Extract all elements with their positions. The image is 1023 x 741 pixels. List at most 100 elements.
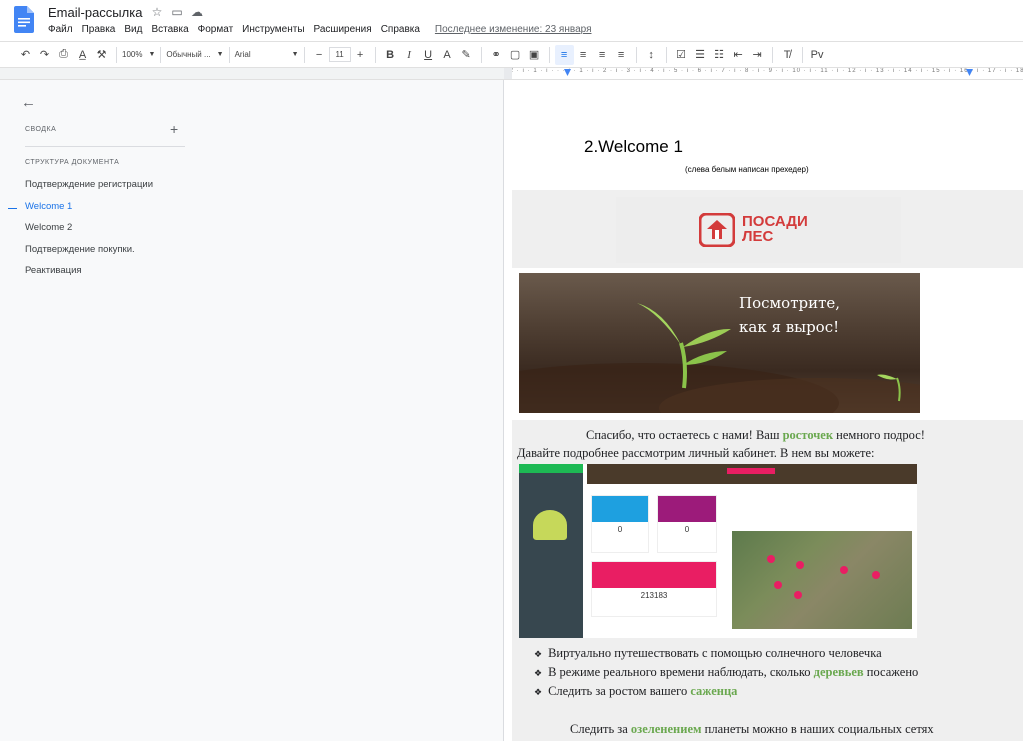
menu-file[interactable]: Файл bbox=[48, 24, 73, 35]
summary-header: СВОДКА bbox=[25, 126, 57, 133]
toolbar-divider bbox=[303, 46, 305, 63]
menu-view[interactable]: Вид bbox=[124, 24, 142, 35]
zoom-select[interactable]: 100% ▼ bbox=[122, 50, 155, 59]
bullet-icon: ❖ bbox=[534, 668, 543, 678]
satellite-map bbox=[732, 531, 912, 629]
menu-edit[interactable]: Правка bbox=[82, 24, 116, 35]
increase-font-size-button[interactable]: + bbox=[351, 45, 370, 65]
image-icon[interactable]: ▣ bbox=[525, 45, 544, 65]
outline-list: Подтверждение регистрации Welcome 1 Welc… bbox=[25, 179, 153, 287]
italic-icon[interactable]: I bbox=[400, 45, 419, 65]
dashboard-screenshot[interactable]: 0 0 213183 bbox=[519, 464, 917, 638]
map-widget bbox=[727, 516, 917, 634]
highlight-word: саженца bbox=[690, 684, 738, 698]
underline-icon[interactable]: U bbox=[419, 45, 438, 65]
align-justify-icon[interactable]: ≡ bbox=[612, 45, 631, 65]
house-arrow-logo-icon bbox=[699, 213, 735, 247]
text-run: посажено bbox=[863, 665, 919, 679]
clear-formatting-icon[interactable]: T̸ bbox=[778, 45, 797, 65]
menu-tools[interactable]: Инструменты bbox=[242, 24, 304, 35]
menu-format[interactable]: Формат bbox=[198, 24, 234, 35]
hero-caption: Посмотрите, как я вырос! bbox=[739, 291, 840, 339]
input-tools-icon[interactable]: Pv bbox=[808, 45, 827, 65]
document-title[interactable]: Email-рассылка bbox=[48, 5, 142, 20]
redo-icon[interactable]: ↷ bbox=[35, 45, 54, 65]
toolbar-divider bbox=[801, 46, 803, 63]
font-select[interactable]: Arial ▼ bbox=[235, 50, 299, 59]
stat-value: 213183 bbox=[640, 591, 668, 600]
bullet-icon: ❖ bbox=[534, 649, 543, 659]
list-item: ❖ В режиме реального времени наблюдать, с… bbox=[534, 665, 918, 684]
star-icon[interactable]: ☆ bbox=[150, 5, 164, 19]
link-icon[interactable]: ⚭ bbox=[487, 45, 506, 65]
logo-line-2: ЛЕС bbox=[742, 228, 774, 245]
highlight-icon[interactable]: ✎ bbox=[457, 45, 476, 65]
document-page[interactable]: 2.Welcome 1 (слева белым написан прехеде… bbox=[504, 80, 1023, 741]
map-pin-icon bbox=[774, 581, 782, 589]
undo-icon[interactable]: ↶ bbox=[16, 45, 35, 65]
text-run: Следить за bbox=[570, 722, 631, 736]
comment-icon[interactable]: ▢ bbox=[506, 45, 525, 65]
toolbar-divider bbox=[771, 46, 773, 63]
outline-item[interactable]: Реактивация bbox=[25, 265, 153, 287]
text-run: Спасибо, что остаетесь с нами! Ваш bbox=[586, 428, 783, 442]
menu-extensions[interactable]: Расширения bbox=[314, 24, 372, 35]
formatting-toolbar: ↶ ↷ ⎙ A̲ ⚒ 100% ▼ Обычный ... ▼ Arial ▼ − 1… bbox=[0, 41, 1023, 68]
map-pin-icon bbox=[872, 571, 880, 579]
decrease-indent-icon[interactable]: ⇤ bbox=[729, 45, 748, 65]
style-select[interactable]: Обычный ... ▼ bbox=[166, 50, 223, 59]
text-run: В режиме реального времени наблюдать, ск… bbox=[548, 665, 814, 679]
stat-card: 213183 bbox=[591, 561, 717, 617]
outline-item[interactable]: Подтверждение регистрации bbox=[25, 179, 153, 201]
social-line: Следить за озеленением планеты можно в н… bbox=[570, 722, 934, 737]
menu-bar: Файл Правка Вид Вставка Формат Инструмен… bbox=[48, 24, 592, 35]
align-right-icon[interactable]: ≡ bbox=[593, 45, 612, 65]
decrease-font-size-button[interactable]: − bbox=[310, 45, 329, 65]
cloud-status-icon[interactable]: ☁ bbox=[190, 5, 204, 19]
text-run: немного подрос! bbox=[833, 428, 925, 442]
highlight-word: озеленением bbox=[630, 722, 702, 736]
hero-image[interactable]: Посмотрите, как я вырос! bbox=[519, 273, 920, 413]
increase-indent-icon[interactable]: ⇥ bbox=[748, 45, 767, 65]
spellcheck-icon[interactable]: A̲ bbox=[73, 45, 92, 65]
highlight-word: росточек bbox=[782, 428, 834, 442]
heading: 2.Welcome 1 bbox=[584, 137, 683, 156]
map-pin-icon bbox=[796, 561, 804, 569]
text-run: планеты можно в наших социальных сетях bbox=[701, 722, 934, 736]
stat-card: 0 bbox=[591, 495, 649, 553]
paint-format-icon[interactable]: ⚒ bbox=[92, 45, 111, 65]
last-edit-link[interactable]: Последнее изменение: 23 января bbox=[435, 24, 592, 35]
print-icon[interactable]: ⎙ bbox=[54, 45, 73, 65]
toolbar-divider bbox=[635, 46, 637, 63]
card-header bbox=[592, 562, 716, 588]
font-size-input[interactable]: 11 bbox=[328, 47, 351, 62]
bulleted-list-icon[interactable]: ☰ bbox=[691, 45, 710, 65]
preheader-note: (слева белым написан прехедер) bbox=[685, 165, 809, 174]
add-summary-icon[interactable]: + bbox=[170, 121, 178, 137]
bold-icon[interactable]: B bbox=[381, 45, 400, 65]
toolbar-divider bbox=[548, 46, 550, 63]
numbered-list-icon[interactable]: ☷ bbox=[710, 45, 729, 65]
toolbar-divider bbox=[374, 46, 376, 63]
stat-value: 0 bbox=[684, 525, 690, 534]
menu-insert[interactable]: Вставка bbox=[151, 24, 188, 35]
align-center-icon[interactable]: ≡ bbox=[574, 45, 593, 65]
chevron-down-icon: ▼ bbox=[291, 51, 299, 58]
outline-item-active[interactable]: Welcome 1 bbox=[25, 201, 153, 223]
checklist-icon[interactable]: ☑ bbox=[672, 45, 691, 65]
toolbar-divider bbox=[116, 46, 117, 63]
docs-logo-icon[interactable] bbox=[14, 6, 34, 33]
horizontal-ruler[interactable]: · 2 · ı · 1 · ı · · · ı · 1 · ı · 2 · ı … bbox=[504, 68, 1023, 79]
back-arrow-icon[interactable]: ← bbox=[21, 94, 36, 111]
menu-help[interactable]: Справка bbox=[381, 24, 420, 35]
text-color-icon[interactable]: A bbox=[438, 45, 457, 65]
outline-item[interactable]: Welcome 2 bbox=[25, 222, 153, 244]
outline-item[interactable]: Подтверждение покупки. bbox=[25, 244, 153, 266]
thanks-line: Спасибо, что остаетесь с нами! Ваш росто… bbox=[586, 428, 925, 443]
align-left-icon[interactable]: ≡ bbox=[554, 44, 574, 65]
stat-card: 0 bbox=[657, 495, 717, 553]
ruler-bar: · 2 · ı · 1 · ı · · · ı · 1 · ı · 2 · ı … bbox=[0, 68, 1023, 80]
move-folder-icon[interactable]: ▭ bbox=[170, 5, 184, 19]
chevron-down-icon: ▼ bbox=[216, 51, 224, 58]
line-spacing-icon[interactable]: ↕ bbox=[642, 45, 661, 65]
